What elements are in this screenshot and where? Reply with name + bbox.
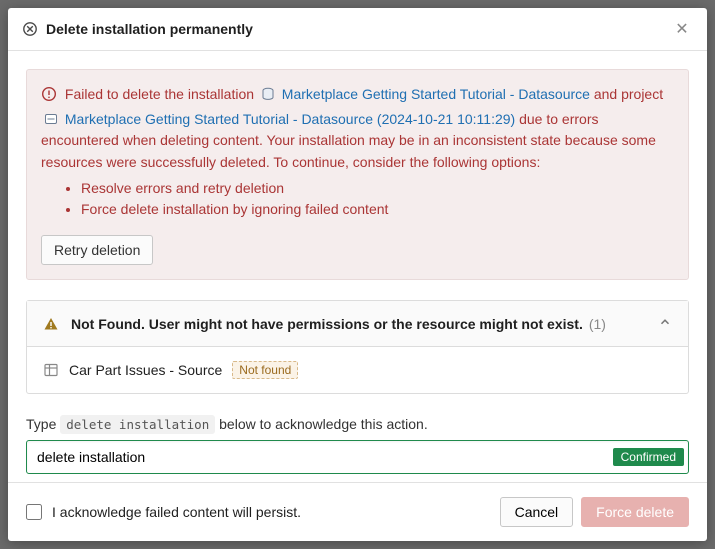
confirm-input-wrap: Confirmed — [26, 440, 689, 474]
cancel-button[interactable]: Cancel — [500, 497, 574, 527]
close-icon: ✕ — [675, 21, 688, 38]
ack-code: delete installation — [60, 415, 215, 434]
confirmed-badge: Confirmed — [613, 448, 684, 466]
project-icon — [43, 111, 59, 127]
error-message: Failed to delete the installation Market… — [41, 84, 674, 174]
error-panel: Failed to delete the installation Market… — [26, 69, 689, 280]
dialog-footer: I acknowledge failed content will persis… — [8, 482, 707, 541]
force-delete-button[interactable]: Force delete — [581, 497, 689, 527]
error-option: Resolve errors and retry deletion — [81, 178, 674, 200]
project-link[interactable]: Marketplace Getting Started Tutorial - D… — [65, 111, 515, 127]
chevron-up-icon — [658, 315, 672, 332]
retry-button[interactable]: Retry deletion — [41, 235, 153, 265]
error-option: Force delete installation by ignoring fa… — [81, 199, 674, 221]
ack-prefix: Type — [26, 416, 56, 432]
dialog-body: Failed to delete the installation Market… — [8, 51, 707, 482]
installation-link[interactable]: Marketplace Getting Started Tutorial - D… — [282, 86, 590, 102]
acknowledge-instruction: Type delete installation below to acknow… — [26, 416, 689, 432]
dialog-title: Delete installation permanently — [46, 21, 671, 37]
ack-suffix: below to acknowledge this action. — [219, 416, 428, 432]
persist-checkbox-text: I acknowledge failed content will persis… — [52, 504, 301, 520]
delete-dialog: Delete installation permanently ✕ Failed… — [8, 8, 707, 541]
notfound-title: Not Found. User might not have permissio… — [71, 316, 583, 332]
notfound-section: Not Found. User might not have permissio… — [26, 300, 689, 394]
delete-circle-icon — [22, 21, 38, 37]
persist-checkbox[interactable] — [26, 504, 42, 520]
datasource-icon — [260, 86, 276, 102]
notfound-badge: Not found — [232, 361, 298, 379]
error-prefix: Failed to delete the installation — [65, 86, 254, 102]
error-mid: and project — [594, 86, 663, 102]
notfound-header[interactable]: Not Found. User might not have permissio… — [27, 301, 688, 347]
notfound-count: (1) — [589, 316, 606, 332]
notfound-item-name: Car Part Issues - Source — [69, 362, 222, 378]
alert-circle-icon — [41, 86, 57, 109]
dialog-header: Delete installation permanently ✕ — [8, 8, 707, 51]
confirm-input[interactable] — [26, 440, 689, 474]
error-options-list: Resolve errors and retry deletion Force … — [81, 178, 674, 221]
notfound-item-row: Car Part Issues - Source Not found — [27, 347, 688, 393]
close-button[interactable]: ✕ — [671, 18, 693, 40]
persist-checkbox-label[interactable]: I acknowledge failed content will persis… — [26, 504, 492, 520]
warning-icon — [43, 316, 59, 332]
dataset-icon — [43, 362, 59, 378]
